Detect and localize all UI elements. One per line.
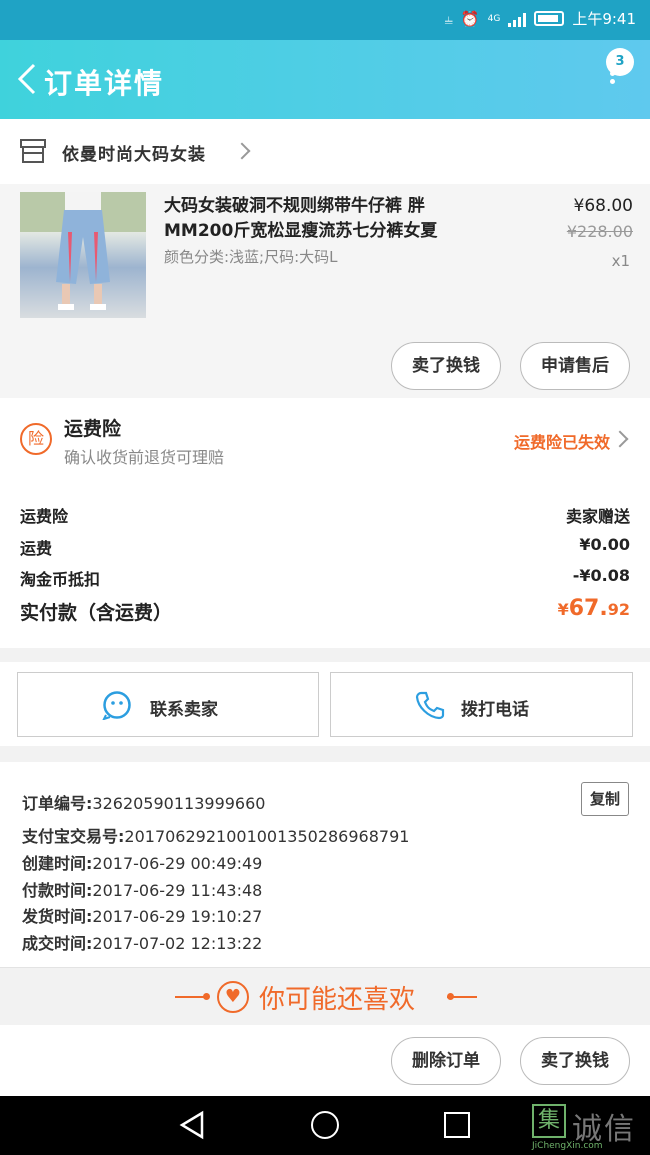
product-thumbnail[interactable] xyxy=(20,192,146,318)
product-sku: 颜色分类:浅蓝;尺码:大码L xyxy=(164,248,338,266)
fee-label: 运费险 xyxy=(20,507,69,526)
network-type: 4G xyxy=(487,13,501,24)
vibrate-icon: ⫨ xyxy=(444,9,453,28)
contact-section: 联系卖家 拨打电话 xyxy=(0,662,650,746)
delete-order-button[interactable]: 删除订单 xyxy=(391,1037,501,1085)
fee-row-insurance: 运费险 卖家赠送 xyxy=(20,503,630,527)
completed-time-value: 2017-07-02 12:13:22 xyxy=(92,934,263,953)
completed-time-label: 成交时间: xyxy=(22,934,93,953)
copy-button[interactable]: 复制 xyxy=(581,782,629,816)
product-name[interactable]: 大码女装破洞不规则绑带牛仔裤 胖MM200斤宽松显瘦流苏七分裤女夏 xyxy=(164,194,484,244)
watermark-logo: 集 诚信 JiChengXin.com xyxy=(532,1104,650,1151)
recommend-header: 你可能还喜欢 xyxy=(175,977,477,1017)
chevron-right-icon[interactable] xyxy=(611,430,629,448)
call-phone-button[interactable]: 拨打电话 xyxy=(330,672,633,737)
chat-icon xyxy=(102,691,131,720)
alipay-number-row: 支付宝交易号:2017062921001001350286968791 xyxy=(22,823,409,847)
alipay-number-value: 2017062921001001350286968791 xyxy=(124,827,410,846)
store-name: 依曼时尚大码女装 xyxy=(62,145,206,165)
phone-icon xyxy=(415,691,445,720)
total-label: 实付款（含运费） xyxy=(20,602,173,624)
fee-label: 运费 xyxy=(20,539,53,558)
battery-icon xyxy=(534,11,565,26)
product-price: ¥68.00 xyxy=(573,196,633,216)
nav-recent-apps-icon[interactable] xyxy=(444,1112,470,1138)
insurance-title: 运费险 xyxy=(64,418,122,440)
total-integer: 67. xyxy=(568,596,608,621)
shipped-time-row: 发货时间:2017-06-29 19:10:27 xyxy=(22,903,262,927)
order-info-section: 订单编号:32620590113999660 复制 支付宝交易号:2017062… xyxy=(0,762,650,967)
created-time-value: 2017-06-29 00:49:49 xyxy=(92,854,263,873)
total-currency: ¥ xyxy=(557,600,569,619)
apply-after-sale-button[interactable]: 申请售后 xyxy=(520,342,630,390)
divider xyxy=(175,996,205,998)
product-original-price: ¥228.00 xyxy=(566,222,633,241)
message-badge: 3 xyxy=(606,48,634,76)
status-time: 上午9:41 xyxy=(572,10,636,28)
heart-icon xyxy=(217,981,249,1013)
status-bar: ⫨ ⏰ 4G 上午9:41 xyxy=(0,0,650,40)
created-time-row: 创建时间:2017-06-29 00:49:49 xyxy=(22,850,262,874)
watermark-url: JiChengXin.com xyxy=(532,1141,603,1151)
chevron-right-icon xyxy=(233,142,251,160)
fee-row-shipping: 运费 ¥0.00 xyxy=(20,535,630,559)
order-number-row: 订单编号:32620590113999660 xyxy=(22,790,265,814)
total-decimal: 92 xyxy=(607,600,630,619)
status-icons: ⫨ ⏰ 4G 上午9:41 xyxy=(444,8,636,29)
sell-for-cash-button[interactable]: 卖了换钱 xyxy=(520,1037,630,1085)
alipay-number-label: 支付宝交易号: xyxy=(22,827,125,846)
order-number-label: 订单编号: xyxy=(22,794,93,813)
total-amount: ¥67.92 xyxy=(558,596,630,621)
paid-time-label: 付款时间: xyxy=(22,881,93,900)
alarm-icon: ⏰ xyxy=(460,9,480,28)
insurance-subtitle: 确认收货前退货可理赔 xyxy=(64,448,225,467)
store-icon xyxy=(20,139,46,163)
fee-label: 淘金币抵扣 xyxy=(20,570,101,589)
signal-icon xyxy=(508,11,527,27)
fee-row-coin-deduction: 淘金币抵扣 -¥0.08 xyxy=(20,566,630,590)
call-phone-label: 拨打电话 xyxy=(461,700,529,720)
fee-value: ¥0.00 xyxy=(579,535,630,554)
sell-for-cash-button[interactable]: 卖了换钱 xyxy=(391,342,501,390)
divider xyxy=(447,996,477,998)
header: 订单详情 3 xyxy=(0,40,650,119)
product-quantity: x1 xyxy=(611,252,630,270)
shipped-time-value: 2017-06-29 19:10:27 xyxy=(92,907,263,926)
contact-seller-label: 联系卖家 xyxy=(150,700,218,720)
shipping-insurance-section: 险 运费险 确认收货前退货可理赔 运费险已失效 运费险 卖家赠送 运费 ¥0.0… xyxy=(0,398,650,648)
fee-value: 卖家赠送 xyxy=(565,507,630,526)
watermark-box: 集 xyxy=(532,1104,566,1138)
nav-back-icon[interactable] xyxy=(178,1110,208,1140)
system-navigation-bar: 集 诚信 JiChengXin.com xyxy=(0,1096,650,1155)
fee-value: -¥0.08 xyxy=(572,566,630,585)
back-arrow-icon[interactable] xyxy=(12,62,46,96)
contact-seller-button[interactable]: 联系卖家 xyxy=(17,672,319,737)
completed-time-row: 成交时间:2017-07-02 12:13:22 xyxy=(22,930,262,954)
divider-dot xyxy=(203,993,210,1000)
bottom-action-bar: 删除订单 卖了换钱 xyxy=(0,1025,650,1096)
paid-time-row: 付款时间:2017-06-29 11:43:48 xyxy=(22,877,262,901)
insurance-icon: 险 xyxy=(20,423,52,455)
page-title: 订单详情 xyxy=(44,67,165,100)
order-number-value: 32620590113999660 xyxy=(92,794,266,813)
store-row[interactable]: 依曼时尚大码女装 xyxy=(0,119,650,184)
nav-home-icon[interactable] xyxy=(311,1111,339,1139)
recommend-section: 你可能还喜欢 xyxy=(0,967,650,1025)
paid-time-value: 2017-06-29 11:43:48 xyxy=(92,881,263,900)
shipped-time-label: 发货时间: xyxy=(22,907,93,926)
product-card[interactable]: 大码女装破洞不规则绑带牛仔裤 胖MM200斤宽松显瘦流苏七分裤女夏 颜色分类:浅… xyxy=(0,184,650,398)
created-time-label: 创建时间: xyxy=(22,854,93,873)
recommend-title: 你可能还喜欢 xyxy=(259,985,416,1015)
insurance-status[interactable]: 运费险已失效 xyxy=(514,429,610,453)
total-row: 实付款（含运费） ¥67.92 xyxy=(20,596,630,625)
